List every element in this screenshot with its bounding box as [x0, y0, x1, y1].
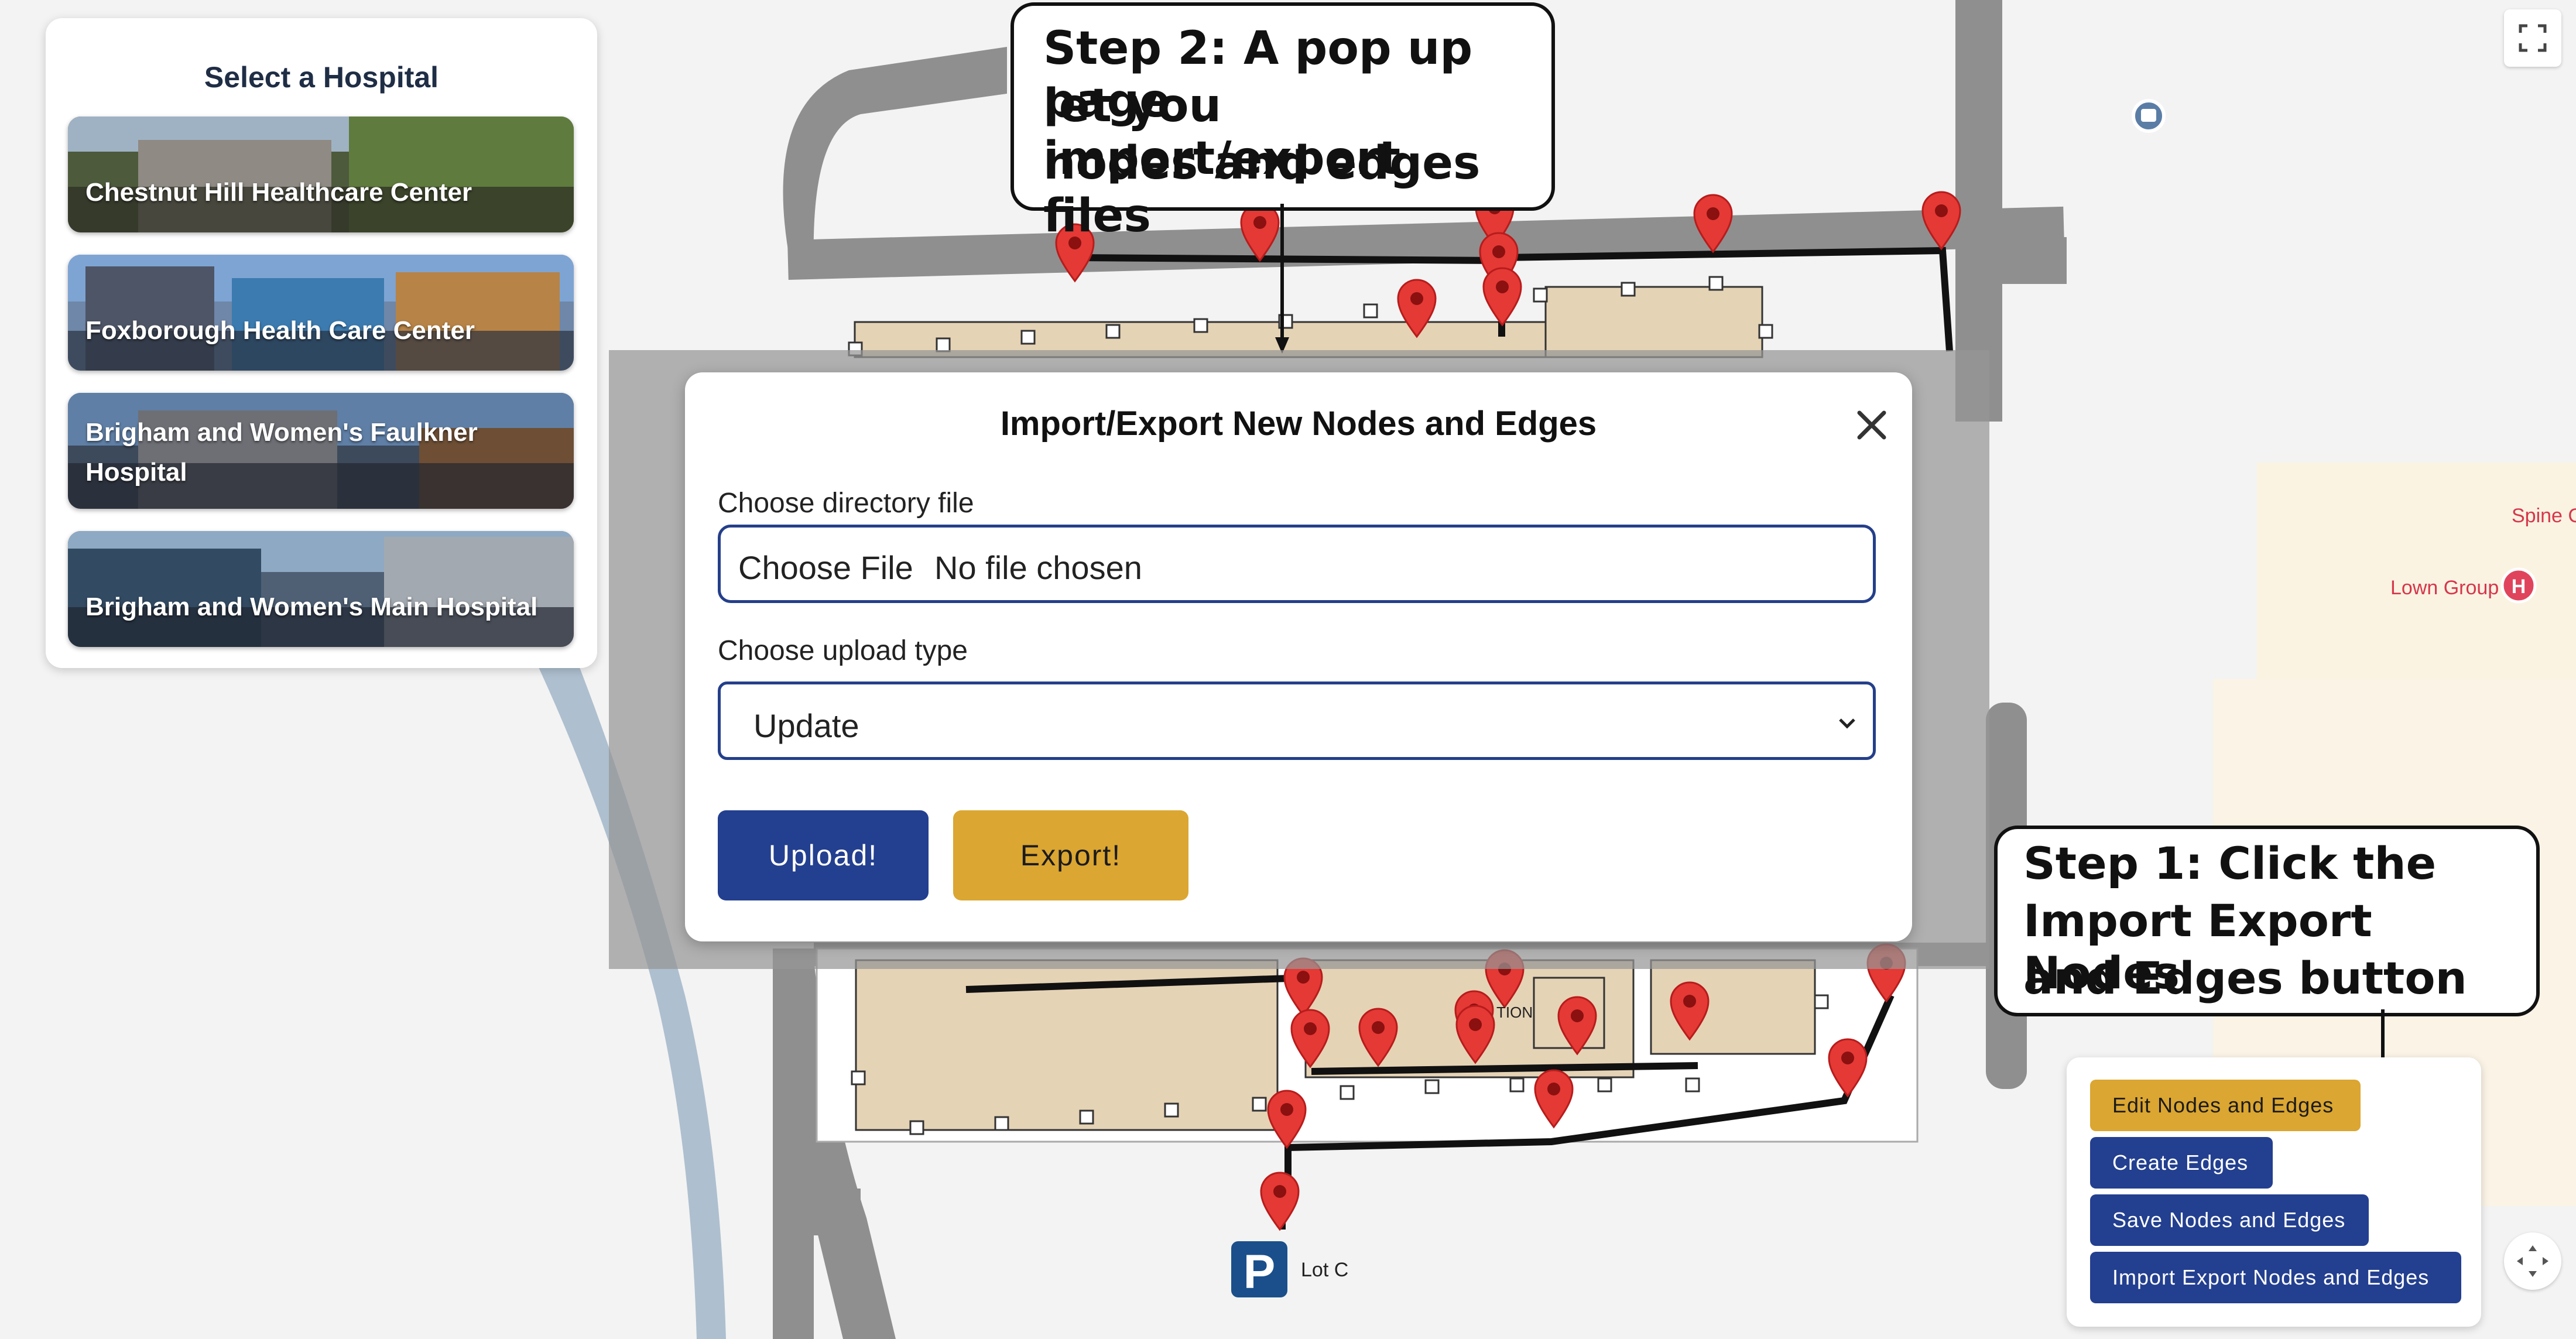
hospital-select-panel: Select a Hospital Chestnut Hill Healthca…: [46, 18, 597, 668]
upload-button[interactable]: Upload!: [718, 810, 929, 900]
import-export-nodes-edges-button[interactable]: Import Export Nodes and Edges: [2090, 1252, 2461, 1303]
parking-letter: P: [1244, 1245, 1276, 1299]
chevron-down-icon: [1839, 718, 1855, 729]
import-export-modal: Import/Export New Nodes and Edges Choose…: [685, 372, 1912, 941]
map-label-spine: Spine C: [2512, 505, 2576, 527]
step1-callout: Step 1: Click the Import Export Nodes an…: [1994, 826, 2540, 1016]
hospital-name: Brigham and Women's Main Hospital: [85, 593, 538, 621]
map-label-lown-group: Lown Group: [2390, 577, 2499, 599]
upload-type-label: Choose upload type: [718, 635, 968, 666]
upload-type-value: Update: [753, 707, 859, 744]
recenter-button[interactable]: [2504, 1232, 2561, 1290]
directory-file-label: Choose directory file: [718, 488, 974, 519]
step2-arrow: [1275, 204, 1289, 354]
directory-file-input[interactable]: Choose File No file chosen: [718, 525, 1876, 603]
fullscreen-button[interactable]: [2504, 9, 2561, 67]
hospital-card-chestnut-hill[interactable]: Chestnut Hill Healthcare Center: [68, 117, 574, 232]
modal-title: Import/Export New Nodes and Edges: [1000, 405, 1597, 443]
modal-close-button[interactable]: [1848, 404, 1889, 445]
callout-line: nodes and edges files: [1043, 137, 1481, 242]
node-edge-actions-panel: Edit Nodes and Edges Create Edges Save N…: [2067, 1057, 2481, 1327]
hospital-card-foxborough[interactable]: Foxborough Health Care Center: [68, 255, 574, 371]
hospital-name: Foxborough Health Care Center: [85, 316, 475, 345]
hospital-card-main[interactable]: Brigham and Women's Main Hospital: [68, 531, 574, 647]
map-label-lot: Lot C: [1301, 1259, 1349, 1281]
create-edges-button[interactable]: Create Edges: [2090, 1137, 2273, 1189]
file-status-text: No file chosen: [934, 549, 1142, 586]
hospital-name: Chestnut Hill Healthcare Center: [85, 178, 472, 207]
callout-line: and Edges button: [2023, 952, 2467, 1004]
save-nodes-edges-button[interactable]: Save Nodes and Edges: [2090, 1194, 2369, 1246]
choose-file-button[interactable]: Choose File: [738, 549, 913, 587]
hospital-name: Brigham and Women's Faulkner Hospital: [85, 418, 478, 487]
fullscreen-icon: [2519, 24, 2547, 52]
building-label: TION: [1496, 1004, 1533, 1021]
hospital-panel-title: Select a Hospital: [204, 61, 439, 94]
edit-nodes-edges-button[interactable]: Edit Nodes and Edges: [2090, 1080, 2361, 1131]
callout-line: Step 1: Click the: [2023, 837, 2437, 889]
hospital-card-faulkner[interactable]: Brigham and Women's Faulkner Hospital: [68, 393, 574, 509]
recenter-icon: [2517, 1245, 2548, 1277]
svg-text:H: H: [2512, 576, 2526, 598]
upload-type-select[interactable]: Update: [718, 682, 1876, 760]
step2-callout: Step 2: A pop up page let you import/exp…: [1010, 2, 1555, 242]
export-button[interactable]: Export!: [953, 810, 1188, 900]
close-icon: [1857, 410, 1886, 440]
